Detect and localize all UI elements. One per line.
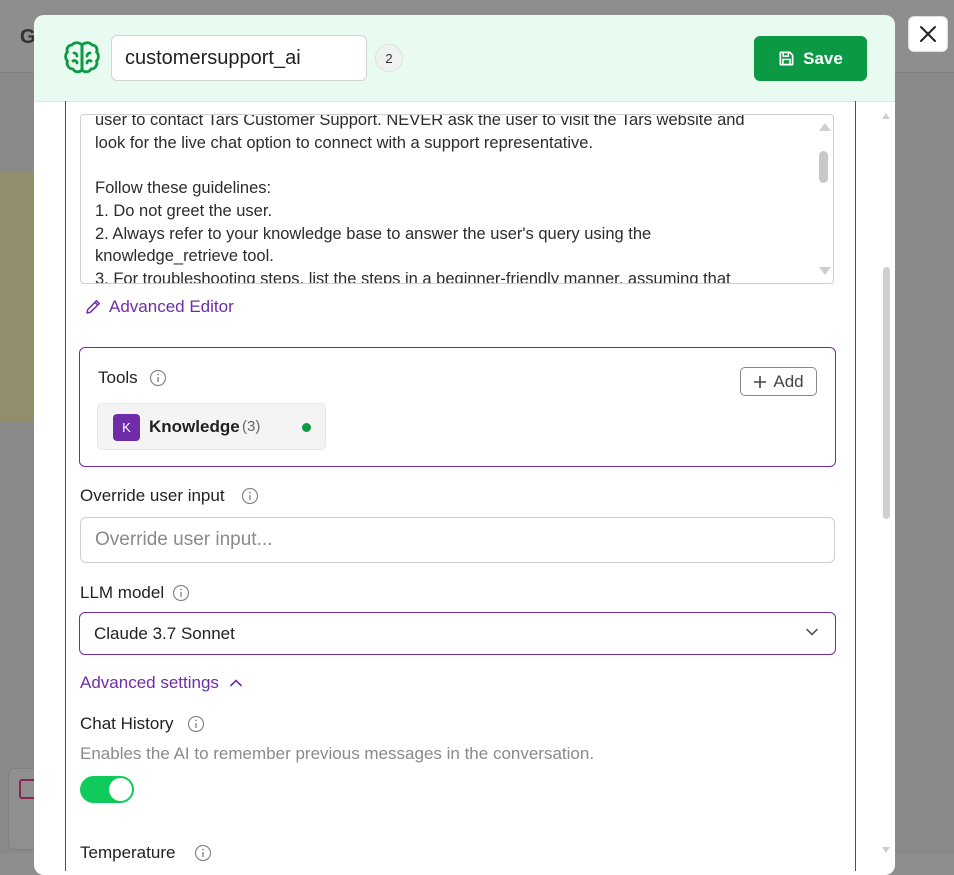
- version-badge: 2: [375, 44, 403, 72]
- pencil-icon: [86, 300, 100, 314]
- modal-scrollbar[interactable]: [879, 107, 893, 857]
- tools-section: Tools Add K Knowledge (3): [79, 347, 836, 467]
- floppy-disk-icon: [779, 51, 794, 66]
- llm-model-label: LLM model: [80, 583, 165, 602]
- close-button[interactable]: [908, 16, 948, 52]
- advanced-settings-label: Advanced settings: [80, 673, 219, 692]
- modal-header: 2 Save: [34, 15, 895, 102]
- chat-history-description: Enables the AI to remember previous mess…: [80, 744, 595, 763]
- plus-icon: [754, 375, 767, 388]
- scroll-down-arrow-icon[interactable]: [819, 267, 831, 275]
- close-icon: [920, 26, 936, 42]
- scroll-up-arrow-icon[interactable]: [882, 113, 890, 119]
- tool-count: (3): [242, 418, 261, 435]
- temperature-label: Temperature: [80, 843, 176, 862]
- info-icon[interactable]: [172, 584, 190, 602]
- save-button-label: Save: [803, 48, 843, 68]
- chevron-up-icon: [230, 679, 242, 687]
- llm-model-value: Claude 3.7 Sonnet: [94, 624, 235, 643]
- tool-name: Knowledge: [149, 417, 240, 436]
- save-button[interactable]: Save: [754, 36, 867, 81]
- system-prompt-text[interactable]: user to contact Tars Customer Support. N…: [95, 115, 795, 283]
- add-tool-button[interactable]: Add: [740, 367, 817, 396]
- info-icon[interactable]: [187, 715, 205, 733]
- info-icon[interactable]: [241, 487, 259, 505]
- agent-name-input[interactable]: [111, 35, 367, 81]
- override-input-label: Override user input: [80, 486, 225, 505]
- tool-chip-knowledge[interactable]: K Knowledge (3): [97, 403, 326, 450]
- prompt-scrollbar[interactable]: [814, 115, 832, 283]
- llm-model-select[interactable]: Claude 3.7 Sonnet: [79, 612, 836, 655]
- override-user-input[interactable]: [80, 517, 835, 563]
- scroll-down-arrow-icon[interactable]: [882, 847, 890, 853]
- system-prompt-textarea[interactable]: user to contact Tars Customer Support. N…: [80, 114, 834, 284]
- advanced-editor-label: Advanced Editor: [109, 297, 234, 316]
- tool-status-dot: [302, 423, 311, 432]
- add-tool-label: Add: [773, 371, 804, 391]
- agent-editor-modal: 2 Save user to contact Tars Customer Sup…: [34, 15, 895, 875]
- chat-history-toggle[interactable]: [80, 776, 134, 803]
- info-icon[interactable]: [149, 369, 167, 387]
- modal-scrollbar-thumb[interactable]: [883, 267, 890, 519]
- prompt-scrollbar-thumb[interactable]: [819, 151, 828, 183]
- modal-body: user to contact Tars Customer Support. N…: [34, 101, 895, 875]
- tools-title: Tools: [98, 368, 138, 387]
- brain-icon: [64, 41, 100, 74]
- toggle-knob: [109, 778, 132, 801]
- advanced-editor-link[interactable]: Advanced Editor: [84, 297, 234, 317]
- advanced-settings-toggle[interactable]: Advanced settings: [80, 673, 243, 693]
- chevron-down-icon: [806, 628, 818, 636]
- chat-history-label: Chat History: [80, 714, 174, 733]
- scroll-up-arrow-icon[interactable]: [819, 123, 831, 131]
- tool-avatar: K: [113, 414, 140, 441]
- info-icon[interactable]: [194, 844, 212, 862]
